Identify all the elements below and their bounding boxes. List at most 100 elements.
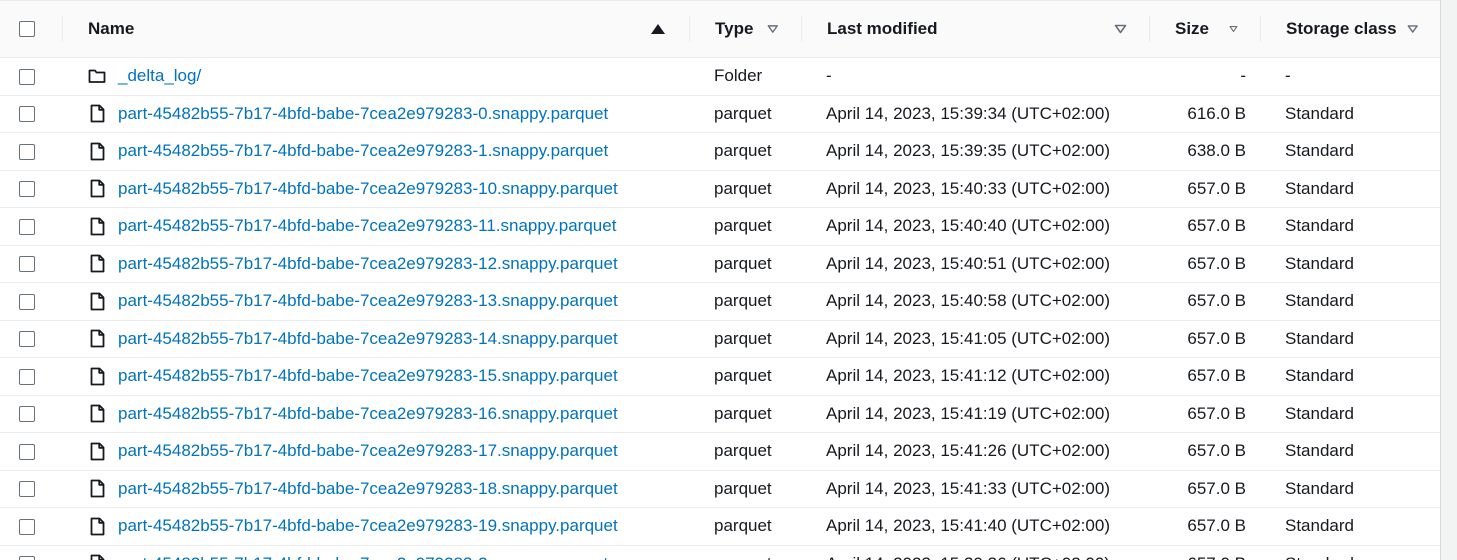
folder-icon — [88, 66, 106, 86]
object-link[interactable]: part-45482b55-7b17-4bfd-babe-7cea2e97928… — [118, 179, 618, 199]
row-checkbox[interactable] — [19, 256, 35, 273]
type-cell: Folder — [689, 57, 801, 96]
table-row: part-45482b55-7b17-4bfd-babe-7cea2e97928… — [0, 95, 1440, 133]
row-checkbox[interactable] — [19, 68, 35, 85]
storage-class-cell: Standard — [1260, 545, 1440, 560]
object-link[interactable]: part-45482b55-7b17-4bfd-babe-7cea2e97928… — [118, 366, 618, 386]
file-icon — [88, 179, 106, 199]
column-header-storage-class[interactable]: Storage class — [1260, 0, 1440, 58]
object-link[interactable]: part-45482b55-7b17-4bfd-babe-7cea2e97928… — [118, 329, 618, 349]
storage-class-cell: Standard — [1260, 170, 1440, 208]
table-body: _delta_log/ Folder - - - part-45482b55-7… — [0, 57, 1440, 560]
name-cell: part-45482b55-7b17-4bfd-babe-7cea2e97928… — [62, 282, 689, 321]
type-cell: parquet — [689, 432, 801, 471]
table-row: part-45482b55-7b17-4bfd-babe-7cea2e97928… — [0, 357, 1440, 396]
column-header-type-label: Type — [715, 19, 754, 38]
row-select-cell — [0, 245, 62, 283]
select-all-checkbox[interactable] — [19, 21, 35, 37]
table-row: part-45482b55-7b17-4bfd-babe-7cea2e97928… — [0, 282, 1440, 321]
table-row: part-45482b55-7b17-4bfd-babe-7cea2e97928… — [0, 507, 1440, 546]
row-select-cell — [0, 507, 62, 546]
object-link[interactable]: part-45482b55-7b17-4bfd-babe-7cea2e97928… — [118, 441, 618, 461]
storage-class-cell: Standard — [1260, 282, 1440, 321]
table-row: part-45482b55-7b17-4bfd-babe-7cea2e97928… — [0, 432, 1440, 471]
object-link[interactable]: part-45482b55-7b17-4bfd-babe-7cea2e97928… — [118, 254, 618, 274]
row-checkbox[interactable] — [19, 181, 35, 198]
storage-class-cell: Standard — [1260, 432, 1440, 471]
sort-ascending-icon[interactable] — [651, 24, 665, 34]
row-select-cell — [0, 357, 62, 396]
sort-icon[interactable] — [1114, 24, 1127, 34]
row-checkbox[interactable] — [19, 481, 35, 498]
column-header-size-label: Size — [1175, 19, 1210, 38]
storage-class-cell: Standard — [1260, 357, 1440, 396]
name-cell: part-45482b55-7b17-4bfd-babe-7cea2e97928… — [62, 470, 689, 508]
file-icon — [88, 104, 106, 124]
row-select-cell — [0, 432, 62, 471]
file-icon — [88, 554, 106, 560]
object-link[interactable]: part-45482b55-7b17-4bfd-babe-7cea2e97928… — [118, 554, 608, 560]
row-checkbox[interactable] — [19, 368, 35, 385]
object-link[interactable]: part-45482b55-7b17-4bfd-babe-7cea2e97928… — [118, 216, 616, 236]
table-row: part-45482b55-7b17-4bfd-babe-7cea2e97928… — [0, 132, 1440, 171]
object-link[interactable]: part-45482b55-7b17-4bfd-babe-7cea2e97928… — [118, 141, 608, 161]
column-header-name-label: Name — [88, 19, 135, 38]
storage-class-cell: Standard — [1260, 470, 1440, 508]
object-link[interactable]: _delta_log/ — [118, 66, 201, 86]
last-modified-cell: April 14, 2023, 15:41:26 (UTC+02:00) — [801, 432, 1149, 471]
row-checkbox[interactable] — [19, 218, 35, 235]
file-icon — [88, 441, 106, 461]
row-checkbox[interactable] — [19, 143, 35, 160]
row-checkbox[interactable] — [19, 556, 35, 560]
type-cell: parquet — [689, 207, 801, 246]
column-header-last-modified[interactable]: Last modified — [801, 0, 1149, 58]
column-header-size[interactable]: Size — [1149, 0, 1260, 58]
table-row: part-45482b55-7b17-4bfd-babe-7cea2e97928… — [0, 170, 1440, 208]
storage-class-cell: Standard — [1260, 207, 1440, 246]
table-header: Name Type Last modified Size Storage cla… — [0, 0, 1440, 58]
type-cell: parquet — [689, 245, 801, 283]
object-link[interactable]: part-45482b55-7b17-4bfd-babe-7cea2e97928… — [118, 404, 618, 424]
last-modified-cell: April 14, 2023, 15:39:35 (UTC+02:00) — [801, 132, 1149, 171]
scrollbar-track[interactable] — [1440, 0, 1457, 560]
last-modified-cell: April 14, 2023, 15:41:12 (UTC+02:00) — [801, 357, 1149, 396]
storage-class-cell: Standard — [1260, 245, 1440, 283]
object-link[interactable]: part-45482b55-7b17-4bfd-babe-7cea2e97928… — [118, 291, 618, 311]
column-header-storage-class-label: Storage class — [1286, 19, 1397, 38]
object-link[interactable]: part-45482b55-7b17-4bfd-babe-7cea2e97928… — [118, 104, 608, 124]
header-row: Name Type Last modified Size Storage cla… — [0, 0, 1440, 58]
objects-table-container: Name Type Last modified Size Storage cla… — [0, 0, 1440, 560]
sort-icon[interactable] — [767, 24, 779, 34]
type-cell: parquet — [689, 170, 801, 208]
row-checkbox[interactable] — [19, 443, 35, 460]
type-cell: parquet — [689, 95, 801, 133]
row-checkbox[interactable] — [19, 106, 35, 123]
type-cell: parquet — [689, 395, 801, 433]
row-select-cell — [0, 95, 62, 133]
size-cell: 657.0 B — [1149, 357, 1260, 396]
object-link[interactable]: part-45482b55-7b17-4bfd-babe-7cea2e97928… — [118, 479, 618, 499]
column-header-name[interactable]: Name — [62, 0, 689, 58]
row-select-cell — [0, 470, 62, 508]
table-row: part-45482b55-7b17-4bfd-babe-7cea2e97928… — [0, 320, 1440, 358]
size-cell: 657.0 B — [1149, 470, 1260, 508]
column-header-last-modified-label: Last modified — [827, 19, 938, 38]
table-row: part-45482b55-7b17-4bfd-babe-7cea2e97928… — [0, 207, 1440, 246]
row-checkbox[interactable] — [19, 518, 35, 535]
object-link[interactable]: part-45482b55-7b17-4bfd-babe-7cea2e97928… — [118, 516, 618, 536]
row-checkbox[interactable] — [19, 293, 35, 310]
s3-objects-view: Name Type Last modified Size Storage cla… — [0, 0, 1457, 560]
row-checkbox[interactable] — [19, 406, 35, 423]
table-row: _delta_log/ Folder - - - — [0, 57, 1440, 96]
row-select-cell — [0, 395, 62, 433]
row-checkbox[interactable] — [19, 331, 35, 348]
sort-icon[interactable] — [1229, 24, 1238, 34]
last-modified-cell: April 14, 2023, 15:41:05 (UTC+02:00) — [801, 320, 1149, 358]
size-cell: - — [1149, 57, 1260, 96]
name-cell: part-45482b55-7b17-4bfd-babe-7cea2e97928… — [62, 507, 689, 546]
storage-class-cell: - — [1260, 57, 1440, 96]
column-header-type[interactable]: Type — [689, 0, 801, 58]
size-cell: 657.0 B — [1149, 170, 1260, 208]
sort-icon[interactable] — [1407, 24, 1418, 34]
storage-class-cell: Standard — [1260, 320, 1440, 358]
